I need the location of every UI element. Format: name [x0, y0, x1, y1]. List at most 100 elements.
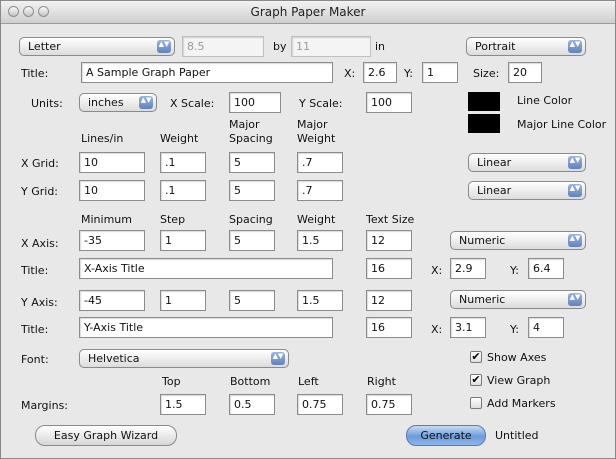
- major-spacing-header-line2: Spacing: [229, 132, 273, 145]
- x-grid-major-spacing-field[interactable]: 5: [229, 152, 275, 173]
- minimum-header: Minimum: [81, 213, 132, 226]
- y-axis-spacing-field[interactable]: 5: [229, 290, 275, 311]
- font-popup[interactable]: Helvetica ▲▼: [79, 349, 289, 368]
- graph-title-field[interactable]: A Sample Graph Paper: [81, 62, 333, 83]
- title-y-field[interactable]: 1: [422, 62, 458, 83]
- x-grid-major-weight-field[interactable]: .7: [297, 152, 343, 173]
- x-scale-field[interactable]: 100: [229, 92, 281, 113]
- y-grid-lines-per-in-field[interactable]: 10: [79, 180, 145, 201]
- margin-top-field[interactable]: 1.5: [160, 394, 206, 415]
- line-color-swatch[interactable]: [468, 92, 500, 111]
- title-y-label: Y:: [404, 67, 413, 80]
- weight-header: Weight: [160, 132, 199, 145]
- by-label: by: [273, 40, 287, 53]
- paper-size-popup[interactable]: Letter ▲▼: [19, 37, 175, 56]
- window-title: Graph Paper Maker: [250, 5, 366, 19]
- major-weight-header-line2: Weight: [297, 132, 336, 145]
- lines-per-in-header: Lines/in: [81, 132, 124, 145]
- y-grid-scale-popup[interactable]: Linear ▲▼: [468, 181, 586, 200]
- view-graph-checkbox[interactable]: ✔: [470, 374, 482, 386]
- major-line-color-swatch[interactable]: [468, 114, 500, 133]
- x-axis-minimum-field[interactable]: -35: [79, 230, 145, 251]
- major-weight-header-line1: Major: [297, 118, 328, 131]
- y-axis-step-field[interactable]: 1: [160, 290, 206, 311]
- major-line-color-label: Major Line Color: [517, 118, 607, 131]
- x-axis-format-value: Numeric: [459, 234, 506, 247]
- margin-right-field[interactable]: 0.75: [366, 394, 412, 415]
- x-grid-scale-popup[interactable]: Linear ▲▼: [468, 153, 586, 172]
- show-axes-label: Show Axes: [487, 351, 547, 364]
- popup-arrows-icon: ▲▼: [568, 234, 582, 247]
- y-axis-title-y-label: Y:: [510, 323, 519, 336]
- x-axis-title-label: Title:: [21, 264, 49, 277]
- page-height-field[interactable]: 11: [291, 36, 371, 57]
- y-grid-scale-value: Linear: [477, 184, 512, 197]
- x-axis-title-x-field[interactable]: 2.9: [450, 258, 486, 279]
- status-text: Untitled: [495, 429, 539, 442]
- title-size-label: Size:: [473, 67, 500, 80]
- x-axis-format-popup[interactable]: Numeric ▲▼: [450, 231, 586, 250]
- page-unit-label: in: [375, 40, 386, 53]
- margin-left-field[interactable]: 0.75: [297, 394, 343, 415]
- title-x-label: X:: [344, 67, 356, 80]
- view-graph-label: View Graph: [487, 374, 551, 387]
- x-grid-scale-value: Linear: [477, 156, 512, 169]
- page-width-field[interactable]: 8.5: [182, 36, 264, 57]
- popup-arrows-icon: ▲▼: [568, 40, 582, 53]
- major-spacing-header-line1: Major: [229, 118, 260, 131]
- y-axis-label: Y Axis:: [21, 296, 58, 309]
- y-axis-format-value: Numeric: [459, 293, 506, 306]
- x-axis-label: X Axis:: [21, 237, 59, 250]
- title-label: Title:: [21, 67, 49, 80]
- popup-arrows-icon: ▲▼: [139, 96, 153, 109]
- y-axis-title-field[interactable]: Y-Axis Title: [79, 317, 333, 338]
- x-axis-title-x-label: X:: [431, 264, 443, 277]
- line-color-label: Line Color: [517, 94, 573, 107]
- x-grid-lines-per-in-field[interactable]: 10: [79, 152, 145, 173]
- y-grid-weight-field[interactable]: .1: [160, 180, 206, 201]
- paper-size-value: Letter: [28, 40, 61, 53]
- text-size-header: Text Size: [366, 213, 415, 226]
- y-axis-title-y-field[interactable]: 4: [528, 317, 564, 338]
- y-scale-field[interactable]: 100: [366, 92, 412, 113]
- x-axis-spacing-field[interactable]: 5: [229, 230, 275, 251]
- y-axis-weight-field[interactable]: 1.5: [297, 290, 343, 311]
- x-axis-title-size-field[interactable]: 16: [366, 258, 412, 279]
- y-axis-format-popup[interactable]: Numeric ▲▼: [450, 290, 586, 309]
- title-x-field[interactable]: 2.6: [363, 62, 397, 83]
- x-axis-title-y-field[interactable]: 6.4: [528, 258, 564, 279]
- y-axis-text-size-field[interactable]: 12: [366, 290, 412, 311]
- units-value: inches: [88, 96, 124, 109]
- margin-left-header: Left: [298, 375, 319, 388]
- margin-bottom-field[interactable]: 0.5: [229, 394, 275, 415]
- generate-button[interactable]: Generate: [406, 425, 486, 446]
- x-axis-step-field[interactable]: 1: [160, 230, 206, 251]
- x-axis-title-y-label: Y:: [510, 264, 519, 277]
- easy-graph-wizard-button[interactable]: Easy Graph Wizard: [35, 425, 177, 446]
- add-markers-checkbox[interactable]: [470, 397, 482, 409]
- units-popup[interactable]: inches ▲▼: [79, 93, 157, 112]
- show-axes-checkbox[interactable]: ✔: [470, 351, 482, 363]
- orientation-popup[interactable]: Portrait ▲▼: [466, 37, 586, 56]
- spacing-header: Spacing: [229, 213, 273, 226]
- y-axis-title-x-field[interactable]: 3.1: [450, 317, 486, 338]
- popup-arrows-icon: ▲▼: [157, 40, 171, 53]
- x-axis-weight-field[interactable]: 1.5: [297, 230, 343, 251]
- y-scale-label: Y Scale:: [299, 97, 343, 110]
- margin-top-header: Top: [162, 375, 181, 388]
- title-size-field[interactable]: 20: [508, 62, 542, 83]
- graph-paper-maker-window: Graph Paper Maker Letter ▲▼ 8.5 by 11 in…: [0, 0, 616, 459]
- step-header: Step: [160, 213, 186, 226]
- x-axis-title-field[interactable]: X-Axis Title: [79, 258, 333, 279]
- popup-arrows-icon: ▲▼: [271, 352, 285, 365]
- margin-right-header: Right: [367, 375, 396, 388]
- x-grid-weight-field[interactable]: .1: [160, 152, 206, 173]
- y-grid-major-weight-field[interactable]: .7: [297, 180, 343, 201]
- y-grid-major-spacing-field[interactable]: 5: [229, 180, 275, 201]
- popup-arrows-icon: ▲▼: [568, 156, 582, 169]
- x-scale-label: X Scale:: [170, 97, 215, 110]
- y-axis-minimum-field[interactable]: -45: [79, 290, 145, 311]
- x-axis-text-size-field[interactable]: 12: [366, 230, 412, 251]
- y-axis-title-size-field[interactable]: 16: [366, 317, 412, 338]
- axis-weight-header: Weight: [297, 213, 336, 226]
